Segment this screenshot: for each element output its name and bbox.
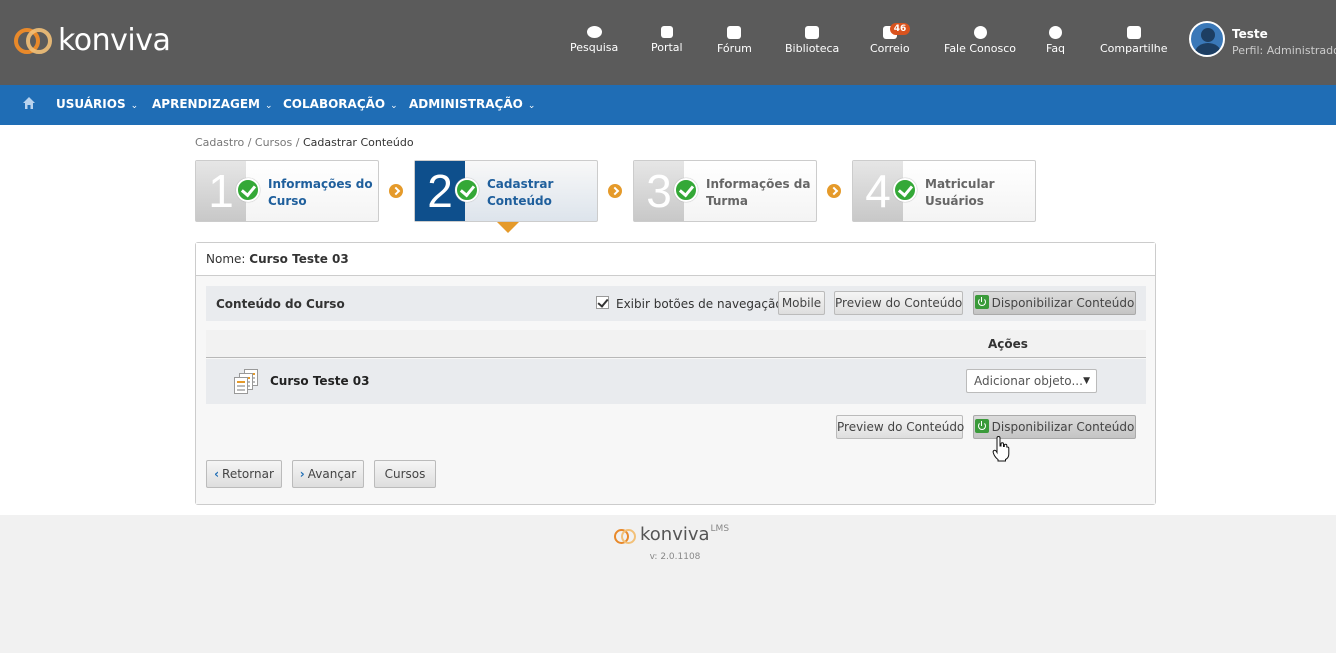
breadcrumb-cadastro[interactable]: Cadastro: [195, 136, 244, 149]
course-name-header: Nome: Curso Teste 03: [196, 243, 1155, 276]
top-bar: konviva Pesquisa Portal Fórum Biblioteca…: [0, 0, 1336, 85]
back-button[interactable]: ‹ Retornar: [206, 460, 282, 488]
step-label: Informações do Curso: [268, 177, 373, 208]
logo-rings-icon: [614, 527, 640, 549]
step-label: Informações da Turma: [706, 177, 811, 208]
course-pages-icon: [234, 369, 260, 394]
table-row: Curso Teste 03 Adicionar objeto... ▼: [206, 359, 1146, 404]
logo-rings-icon: [12, 22, 56, 58]
user-role: Perfil: Administrador: [1232, 44, 1336, 57]
topnav-correio[interactable]: 46 Correio: [870, 23, 911, 55]
question-icon: [1049, 26, 1063, 39]
chevron-right-icon: [389, 184, 403, 198]
add-object-select[interactable]: Adicionar objeto... ▼: [966, 369, 1097, 393]
chat-icon: [586, 26, 602, 38]
course-name: Curso Teste 03: [249, 252, 349, 266]
active-step-pointer: [497, 222, 519, 233]
footer: konviva LMS v: 2.0.1108: [0, 515, 1336, 653]
home-icon[interactable]: [22, 96, 36, 110]
share-icon: [1126, 26, 1141, 39]
mobile-button[interactable]: Mobile: [778, 291, 825, 315]
courses-button[interactable]: Cursos: [374, 460, 436, 488]
preview-content-button[interactable]: Preview do Conteúdo: [834, 291, 963, 315]
preview-content-button-bottom[interactable]: Preview do Conteúdo: [836, 415, 964, 439]
topnav-pesquisa[interactable]: Pesquisa: [570, 26, 618, 54]
step-4[interactable]: 4 Matricular Usuários: [852, 160, 1036, 222]
publish-content-button[interactable]: Disponibilizar Conteúdo: [973, 291, 1136, 315]
footer-logo: konviva LMS: [614, 524, 729, 549]
chevron-right-icon: ›: [299, 467, 305, 481]
chevron-down-icon: ⌄: [527, 101, 536, 111]
content-area: Cadastro / Cursos / Cadastrar Conteúdo 1…: [0, 125, 1336, 515]
table-header: Ações: [206, 330, 1146, 358]
step-2[interactable]: 2 Cadastrar Conteúdo: [414, 160, 598, 222]
menu-aprendizagem[interactable]: APRENDIZAGEM ⌄: [152, 97, 273, 111]
step-label: Cadastrar Conteúdo: [487, 177, 554, 208]
check-icon: [455, 178, 479, 202]
step-1[interactable]: 1 Informações do Curso: [195, 160, 379, 222]
topnav-faq[interactable]: Faq: [1046, 26, 1065, 55]
headset-icon: [973, 26, 987, 39]
course-content-panel: Nome: Curso Teste 03 Conteúdo do Curso E…: [195, 242, 1156, 505]
menu-colaboracao[interactable]: COLABORAÇÃO ⌄: [283, 97, 398, 111]
hand-cursor-icon: [992, 436, 1010, 462]
section-title: Conteúdo do Curso: [216, 297, 345, 311]
konviva-logo[interactable]: konviva: [12, 22, 171, 58]
menu-administracao[interactable]: ADMINISTRAÇÃO ⌄: [409, 97, 535, 111]
power-icon: [974, 419, 989, 433]
avatar: [1189, 21, 1225, 57]
panel-body: Conteúdo do Curso Exibir botões de naveg…: [196, 276, 1155, 504]
folder-icon: [805, 26, 820, 39]
dropdown-arrow-icon: ▼: [1083, 376, 1090, 386]
topnav-biblioteca[interactable]: Biblioteca: [785, 26, 839, 55]
row-course-name: Curso Teste 03: [270, 374, 370, 388]
topnav-portal[interactable]: Portal: [651, 26, 683, 54]
chevron-right-icon: [827, 184, 841, 198]
chevron-down-icon: ⌄: [264, 101, 273, 111]
chevron-right-icon: [608, 184, 622, 198]
check-icon: [236, 178, 260, 202]
external-link-icon: [660, 26, 673, 38]
comment-icon: [727, 26, 742, 39]
topnav-compartilhe[interactable]: Compartilhe: [1100, 26, 1168, 55]
menu-usuarios[interactable]: USUÁRIOS ⌄: [56, 97, 138, 111]
user-profile[interactable]: Teste Perfil: Administrador: [1189, 21, 1336, 57]
user-name: Teste: [1232, 27, 1268, 41]
step-label: Matricular Usuários: [925, 177, 995, 208]
show-nav-label: Exibir botões de navegação: [616, 297, 783, 311]
chevron-left-icon: ‹: [214, 467, 220, 481]
breadcrumb: Cadastro / Cursos / Cadastrar Conteúdo: [195, 136, 414, 149]
power-icon: [974, 295, 989, 309]
version-text: v: 2.0.1108: [649, 552, 701, 562]
show-nav-checkbox[interactable]: [596, 296, 609, 309]
chevron-down-icon: ⌄: [130, 101, 139, 111]
topnav-forum[interactable]: Fórum: [717, 26, 752, 55]
mail-count-badge: 46: [889, 23, 911, 35]
section-header: Conteúdo do Curso Exibir botões de naveg…: [206, 286, 1146, 321]
next-button[interactable]: › Avançar: [292, 460, 364, 488]
actions-column-header: Ações: [988, 337, 1028, 351]
main-menu: USUÁRIOS ⌄ APRENDIZAGEM ⌄ COLABORAÇÃO ⌄ ADM…: [0, 85, 1336, 125]
breadcrumb-cursos[interactable]: Cursos: [255, 136, 292, 149]
topnav-fale-conosco[interactable]: Fale Conosco: [944, 26, 1016, 55]
check-icon: [674, 178, 698, 202]
check-icon: [893, 178, 917, 202]
logo-text: konviva: [58, 22, 171, 58]
breadcrumb-current: Cadastrar Conteúdo: [302, 136, 414, 149]
step-3[interactable]: 3 Informações da Turma: [633, 160, 817, 222]
chevron-down-icon: ⌄: [390, 101, 398, 111]
